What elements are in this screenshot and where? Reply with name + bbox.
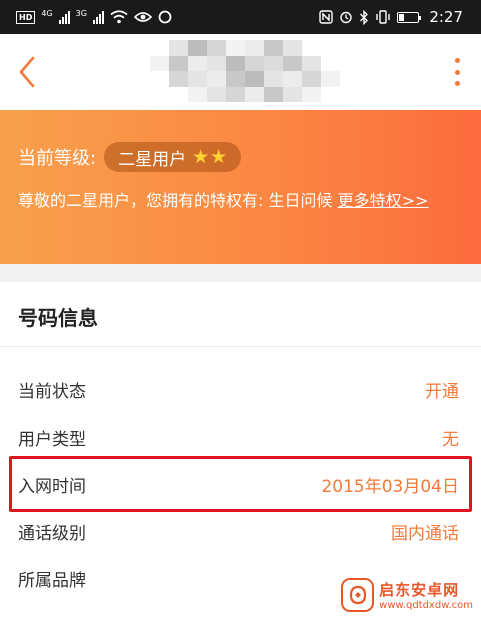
signal-icon xyxy=(92,10,104,24)
eye-icon xyxy=(133,12,152,22)
bluetooth-icon xyxy=(360,9,369,25)
info-row-call-level: 通话级别 国内通话 xyxy=(0,508,481,554)
info-value: 国内通话 xyxy=(391,523,459,544)
status-bar-left: HD 4G 3G xyxy=(16,10,172,24)
level-row: 当前等级: 二星用户 ★ ★ xyxy=(18,142,242,172)
info-label: 用户类型 xyxy=(18,429,86,450)
network-type-label: 4G xyxy=(41,9,53,18)
more-options-button[interactable] xyxy=(447,54,467,90)
info-row-join-date: 入网时间 2015年03月04日 xyxy=(0,461,481,507)
status-bar-right: 2:27 xyxy=(319,8,463,26)
membership-banner: 当前等级: 二星用户 ★ ★ 尊敬的二星用户，您拥有的特权有: 生日问候 更多特权… xyxy=(0,110,481,264)
watermark-text: 启东安卓网 www.qdtdxdw.com xyxy=(379,579,473,611)
info-label: 所属品牌 xyxy=(18,570,86,591)
more-privileges-link[interactable]: 更多特权>> xyxy=(338,191,429,210)
section-title: 号码信息 xyxy=(18,306,98,330)
star-rating: ★ ★ xyxy=(192,145,228,168)
info-label: 通话级别 xyxy=(18,523,86,544)
privilege-description: 尊敬的二星用户，您拥有的特权有: 生日问候 更多特权>> xyxy=(18,188,468,213)
info-value: 无 xyxy=(442,429,459,450)
number-info-card: 号码信息 当前状态 开通 用户类型 无 入网时间 2015年03月04日 通话级… xyxy=(0,282,481,618)
info-value: 2015年03月04日 xyxy=(321,476,459,497)
info-row-status: 当前状态 开通 xyxy=(0,366,481,412)
level-value: 二星用户 xyxy=(118,149,187,170)
site-watermark: 启东安卓网 www.qdtdxdw.com xyxy=(337,574,477,616)
clock-time: 2:27 xyxy=(429,8,463,26)
info-label: 当前状态 xyxy=(18,381,86,402)
watermark-logo-icon xyxy=(341,578,375,612)
vibrate-icon xyxy=(376,10,391,24)
battery-icon xyxy=(397,11,422,23)
star-icon: ★ xyxy=(210,145,228,168)
watermark-url: www.qdtdxdw.com xyxy=(379,600,473,611)
divider xyxy=(0,346,481,347)
level-badge: 二星用户 ★ ★ xyxy=(104,142,242,172)
hd-badge: HD xyxy=(16,10,36,24)
chevron-left-icon xyxy=(19,56,35,88)
back-button[interactable] xyxy=(12,52,42,92)
signal-icon xyxy=(58,10,70,24)
info-row-user-type: 用户类型 无 xyxy=(0,414,481,460)
privilege-text: 尊敬的二星用户，您拥有的特权有: 生日问候 xyxy=(18,191,338,210)
watermark-name: 启东安卓网 xyxy=(379,581,460,599)
circle-icon xyxy=(158,10,172,24)
level-label: 当前等级: xyxy=(18,148,97,169)
info-label: 入网时间 xyxy=(18,476,86,497)
network-type-label: 3G xyxy=(75,9,87,18)
status-bar: HD 4G 3G 2:27 xyxy=(0,0,481,34)
more-vertical-icon xyxy=(454,58,460,63)
alarm-icon xyxy=(340,11,353,24)
star-icon: ★ xyxy=(192,145,210,168)
page-title-mosaic xyxy=(150,40,340,102)
app-header xyxy=(0,34,481,110)
wifi-icon xyxy=(110,10,128,24)
nfc-icon xyxy=(319,10,334,24)
info-value: 开通 xyxy=(425,381,459,402)
